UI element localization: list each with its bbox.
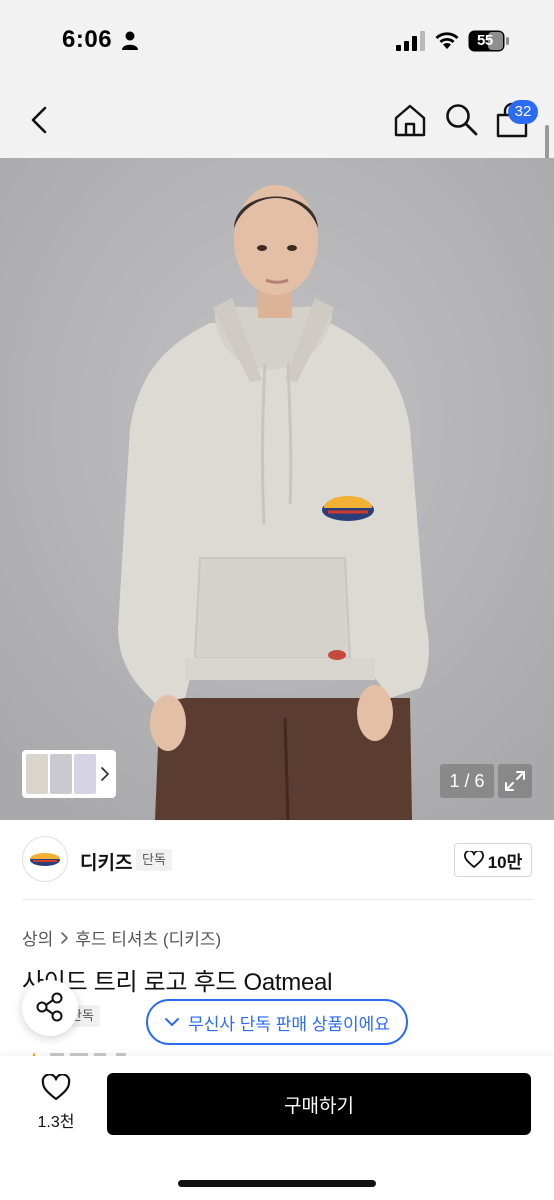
share-icon <box>36 992 63 1022</box>
battery-icon: 55 <box>468 30 510 52</box>
share-button[interactable] <box>22 980 78 1036</box>
search-icon[interactable] <box>444 102 478 136</box>
dickies-logo-icon <box>30 853 60 866</box>
brand-logo[interactable] <box>22 836 68 882</box>
chevron-right-icon[interactable] <box>98 762 112 786</box>
battery-level: 55 <box>477 32 493 49</box>
wishlist-button[interactable]: 1.3천 <box>22 1074 90 1134</box>
cart-count-badge: 32 <box>508 100 538 124</box>
home-indicator <box>178 1180 376 1187</box>
product-photo <box>0 158 554 820</box>
brand-like-button[interactable]: 10만 <box>454 843 532 877</box>
breadcrumb-item-category[interactable]: 상의 <box>22 925 53 950</box>
wifi-icon <box>435 32 459 49</box>
brand-name[interactable]: 디키즈 <box>80 848 132 875</box>
image-page-counter: 1 / 6 <box>440 764 494 798</box>
exclusive-sale-text: 무신사 단독 판매 상품이에요 <box>188 1014 390 1034</box>
heart-icon <box>41 1074 71 1101</box>
exclusive-sale-banner: 무신사 단독 판매 상품이에요 <box>146 999 408 1045</box>
thumbnail-2[interactable] <box>50 754 72 794</box>
home-icon[interactable] <box>392 102 428 138</box>
breadcrumb: 상의 후드 티셔츠 (디키즈) <box>22 925 221 950</box>
wishlist-count: 1.3천 <box>37 1114 75 1131</box>
breadcrumb-item-subcategory[interactable]: 후드 티셔츠 (디키즈) <box>75 925 221 950</box>
divider <box>22 899 532 900</box>
back-chevron-icon[interactable] <box>24 102 56 138</box>
status-time: 6:06 <box>62 26 113 53</box>
heart-icon <box>463 851 484 868</box>
top-navigation-bar <box>0 80 554 158</box>
expand-button[interactable] <box>498 764 532 798</box>
thumbnail-1[interactable] <box>26 754 48 794</box>
thumbnail-3[interactable] <box>74 754 96 794</box>
cellular-signal-icon <box>396 31 425 51</box>
thumbnail-strip[interactable] <box>22 750 116 798</box>
expand-arrows-icon <box>505 771 525 791</box>
status-bar: 6:06 55 <box>0 0 554 80</box>
brand-exclusive-tag: 단독 <box>136 849 172 871</box>
person-icon <box>122 31 138 50</box>
brand-like-count: 10만 <box>487 852 523 872</box>
buy-button[interactable]: 구매하기 <box>107 1073 531 1135</box>
chevron-down-icon <box>165 1018 180 1026</box>
chevron-right-icon <box>61 931 69 944</box>
product-image[interactable] <box>0 158 554 820</box>
